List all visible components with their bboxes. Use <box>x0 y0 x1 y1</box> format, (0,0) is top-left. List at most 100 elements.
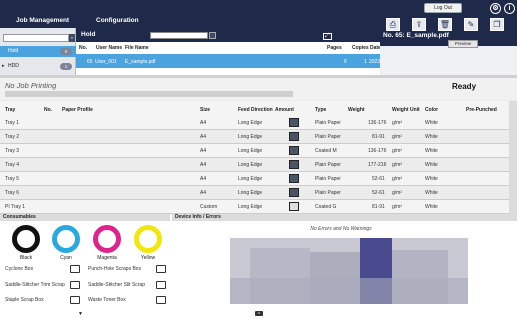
tray-size: A4 <box>200 120 207 126</box>
export-icon[interactable]: ⇪ <box>412 18 426 31</box>
column-header-profile[interactable]: Paper Profile <box>62 107 93 113</box>
job-date: 2023.01.16 19:12 <box>369 59 380 65</box>
column-header-copies[interactable]: Copies <box>352 45 369 51</box>
logout-button[interactable]: Log Out <box>424 3 462 13</box>
column-header-prepunched[interactable]: Pre-Punched <box>466 107 497 113</box>
tray-name: PI Tray 1 <box>5 204 26 210</box>
table-row[interactable]: Tray 4 A4 Long Edge Plain Paper 177-216 … <box>0 158 510 172</box>
tray-weight: 52-61 <box>372 176 385 182</box>
column-header-size[interactable]: Size <box>200 107 210 113</box>
tray-weight-unit: g/m² <box>392 162 402 168</box>
tray-color: White <box>425 148 438 154</box>
sidebar-item-hdd[interactable]: ▸ HDD 1 <box>0 61 76 72</box>
consumables-header: Consumables <box>0 214 170 221</box>
tray-weight: 136-176 <box>368 120 387 126</box>
toner-label: Black <box>19 255 33 261</box>
table-row[interactable]: Tray 1 A4 Long Edge Plain Paper 136-176 … <box>0 116 510 130</box>
tray-feed: Long Edge <box>238 162 263 168</box>
column-header-tray[interactable]: Tray <box>5 107 15 113</box>
table-row[interactable]: 65 User_001 E_sample.pdf 6 1 2023.01.16 … <box>76 54 380 68</box>
column-header-no[interactable]: No. <box>79 45 87 51</box>
tray-color: White <box>425 190 438 196</box>
settings-icon[interactable]: ⚙ <box>490 3 501 14</box>
app-window: Log Out ⚙ i Job Management Configuration… <box>0 0 517 319</box>
column-header-weight-unit[interactable]: Weight Unit <box>392 107 420 113</box>
table-row[interactable]: Tray 2 A4 Long Edge Plain Paper 81-91 g/… <box>0 130 510 144</box>
tray-color: White <box>425 176 438 182</box>
paper-amount-icon <box>289 202 299 211</box>
tray-table: Tray No. Paper Profile Size Feed Directi… <box>0 101 517 214</box>
job-search-input[interactable] <box>150 32 208 39</box>
toner-label: Cyan <box>60 255 72 261</box>
table-row[interactable]: Tray 5 A4 Long Edge Plain Paper 52-61 g/… <box>0 172 510 186</box>
job-no: 65 <box>87 59 93 65</box>
tray-weight: 177-216 <box>368 162 387 168</box>
consumable-item: Saddle-Stitcher Trim Scrap <box>5 282 65 288</box>
pagination-dots[interactable]: •• <box>255 311 263 316</box>
job-detail-body <box>380 46 517 75</box>
device-info-header: Device Info / Errors <box>172 214 517 221</box>
column-header-feed[interactable]: Feed Direction <box>238 107 273 113</box>
tray-size: A4 <box>200 176 207 182</box>
delete-icon[interactable]: 🗑 <box>438 18 452 31</box>
tray-feed: Long Edge <box>238 148 263 154</box>
paper-amount-icon <box>289 174 299 183</box>
box-icon <box>156 265 166 273</box>
sidebar-item-label: Hold <box>8 48 19 54</box>
tray-size: Custom <box>200 204 218 210</box>
tray-weight: 52-61 <box>372 190 385 196</box>
table-row[interactable]: Tray 3 A4 Long Edge Coated M 136-176 g/m… <box>0 144 510 158</box>
column-header-file[interactable]: File Name <box>125 45 149 51</box>
tray-type: Plain Paper <box>315 190 341 196</box>
menu-job-management[interactable]: Job Management <box>16 17 69 24</box>
info-icon[interactable]: i <box>504 3 515 14</box>
device-image <box>230 238 468 304</box>
edit-icon[interactable]: ✎ <box>464 18 478 31</box>
copy-icon[interactable]: ❐ <box>490 18 504 31</box>
left-panel: ⌕ Hold 0 ▸ HDD 1 <box>0 28 76 75</box>
filter-icon[interactable] <box>209 32 216 39</box>
table-row[interactable]: Tray 6 A4 Long Edge Plain Paper 52-61 g/… <box>0 186 510 200</box>
tray-type: Coated M <box>315 148 337 154</box>
box-icon <box>70 281 80 289</box>
job-detail-title: No. 65: E_sample.pdf <box>383 32 449 39</box>
count-badge: 0 <box>60 48 72 55</box>
cyan-toner-gauge <box>52 225 80 253</box>
menu-configuration[interactable]: Configuration <box>96 17 139 24</box>
tray-feed: Long Edge <box>238 176 263 182</box>
consumable-item: Cyclone Box <box>5 266 34 272</box>
tray-color: White <box>425 204 438 210</box>
tray-name: Tray 5 <box>5 176 19 182</box>
column-header-weight[interactable]: Weight <box>348 107 365 113</box>
column-header-amount[interactable]: Amount <box>275 107 294 113</box>
yellow-toner-gauge <box>134 225 162 253</box>
table-row[interactable]: PI Tray 1 Custom Long Edge Coated G 81-9… <box>0 200 510 214</box>
sidebar-item-hold[interactable]: Hold 0 <box>0 46 76 57</box>
box-icon <box>70 265 80 273</box>
job-copies: 1 <box>364 59 367 65</box>
expand-icon[interactable]: ⤢ <box>323 33 332 40</box>
tray-name: Tray 6 <box>5 190 19 196</box>
tray-weight-unit: g/m² <box>392 204 402 210</box>
search-icon[interactable]: ⌕ <box>69 34 75 42</box>
tray-color: White <box>425 162 438 168</box>
column-header-tray-no[interactable]: No. <box>44 107 52 113</box>
tray-weight-unit: g/m² <box>392 176 402 182</box>
tray-type: Plain Paper <box>315 120 341 126</box>
job-pages: 6 <box>344 59 347 65</box>
print-icon[interactable]: ⎙ <box>386 18 400 31</box>
column-header-type[interactable]: Type <box>315 107 326 113</box>
column-header-pages[interactable]: Pages <box>327 45 342 51</box>
print-status-area: No Job Printing Ready <box>0 78 517 100</box>
consumable-item: Staple Scrap Box <box>5 297 44 303</box>
job-list-title: Hold <box>81 31 96 38</box>
job-file: E_sample.pdf <box>125 59 156 65</box>
tray-scrollbar[interactable] <box>509 101 517 214</box>
paper-amount-icon <box>289 146 299 155</box>
chevron-down-icon[interactable]: ▼ <box>78 311 83 317</box>
column-header-color[interactable]: Color <box>425 107 438 113</box>
left-search-input[interactable] <box>3 34 69 42</box>
toner-label: Magenta <box>97 255 117 261</box>
preview-button[interactable]: Preview <box>448 40 478 48</box>
column-header-user[interactable]: User Name <box>96 45 122 51</box>
